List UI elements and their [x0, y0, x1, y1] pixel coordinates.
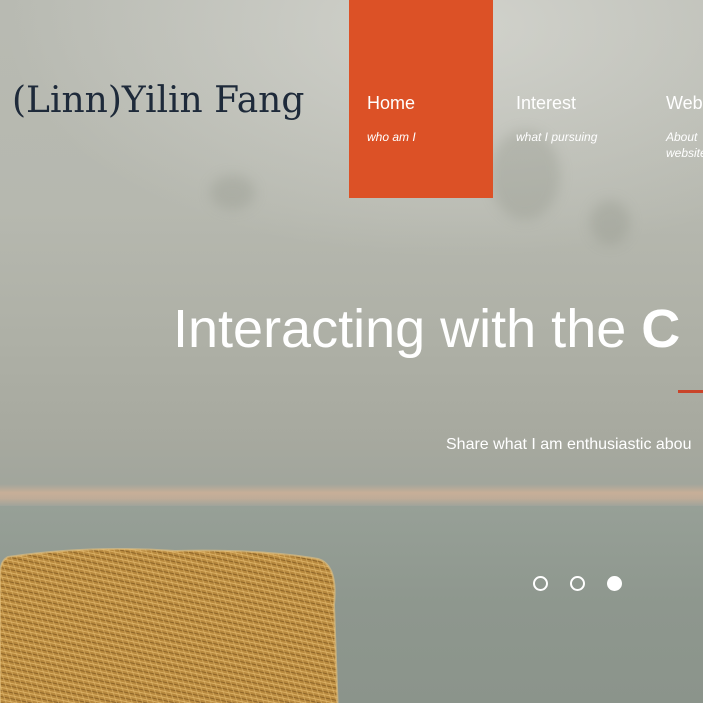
nav-item-home[interactable]: Home who am I [349, 0, 493, 198]
nav-item-subtitle: About website [666, 130, 703, 160]
hay-bale-image [0, 548, 339, 703]
nav-item-subtitle: what I pursuing [516, 130, 598, 144]
slide-dot-3-active[interactable] [607, 576, 622, 591]
site-logo[interactable]: (Linn)Yilin Fang [12, 80, 304, 121]
nav-item-subtitle: who am I [367, 130, 416, 144]
hero-headline: Interacting with the C [173, 298, 680, 360]
slider-pagination [533, 576, 622, 591]
headline-divider [678, 390, 703, 393]
hero-tagline: Share what I am enthusiastic abou [446, 436, 692, 453]
hero-headline-light: Interacting with the [173, 299, 627, 359]
hero-headline-bold: C [641, 299, 681, 359]
nav-item-title: Web [666, 93, 703, 113]
slide-dot-2[interactable] [570, 576, 585, 591]
slide-dot-1[interactable] [533, 576, 548, 591]
nav-item-title: Interest [516, 93, 577, 113]
nav-item-title: Home [367, 93, 416, 113]
nav-item-web[interactable]: Web About website [648, 0, 703, 198]
nav-item-interest[interactable]: Interest what I pursuing [498, 0, 642, 198]
distant-tree [590, 200, 630, 245]
horizon-band [0, 484, 703, 506]
distant-tree [210, 175, 255, 210]
